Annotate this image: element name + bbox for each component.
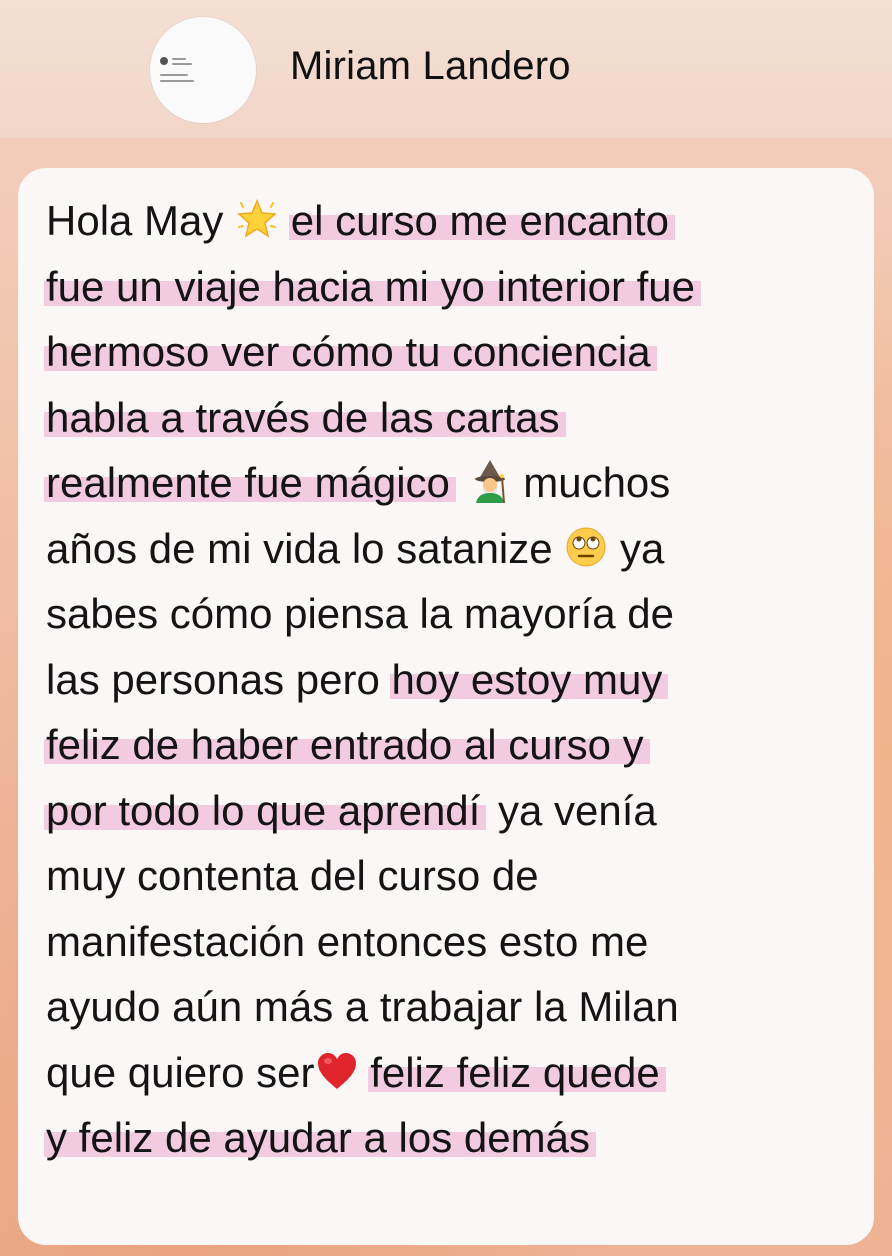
highlighted-text: hoy estoy muy xyxy=(389,655,669,703)
message-text-segment: ya xyxy=(608,524,665,572)
message-text-segment xyxy=(456,459,468,506)
message-text-segment: años de mi vida lo satanize xyxy=(46,524,565,572)
message-text-segment: ya venía xyxy=(486,786,657,834)
avatar[interactable] xyxy=(150,17,256,123)
highlighted-text: habla a través de las cartas xyxy=(44,393,566,441)
message-line: realmente fue mágico muchos xyxy=(44,450,874,516)
contact-name: Miriam Landero xyxy=(290,44,571,88)
message-line: hermoso ver cómo tu conciencia xyxy=(44,319,874,385)
mage-icon xyxy=(468,456,512,504)
message-line: muy contenta del curso de xyxy=(46,843,874,909)
chat-header: Miriam Landero xyxy=(0,0,892,138)
highlighted-text: el curso me encanto xyxy=(288,197,675,244)
avatar-line xyxy=(160,74,188,76)
highlighted-text: hermoso ver cómo tu conciencia xyxy=(44,328,657,375)
eye-roll-icon xyxy=(564,522,608,566)
avatar-line xyxy=(172,63,192,65)
message-text-segment: muchos xyxy=(511,459,671,506)
message-line: por todo lo que aprendí ya venía xyxy=(44,778,874,844)
message-line: que quiero ser feliz feliz quede xyxy=(46,1040,874,1106)
message-line: manifestación entonces esto me xyxy=(46,909,874,975)
message-line: Hola May el curso me encanto xyxy=(46,188,874,254)
highlighted-text: feliz de haber entrado al curso y xyxy=(44,721,650,768)
message-text-segment: muy contenta del curso de xyxy=(46,852,539,899)
glowing-star-icon xyxy=(235,194,279,238)
message-text-segment: Hola May xyxy=(46,197,236,244)
message-text-segment: ayudo aún más a trabajar la Milan xyxy=(46,983,679,1030)
message-text-segment: sabes cómo piensa la mayoría de xyxy=(46,590,675,637)
message-line: las personas pero hoy estoy muy xyxy=(46,647,874,713)
message-line: sabes cómo piensa la mayoría de xyxy=(46,581,874,647)
highlighted-text: feliz feliz quede xyxy=(368,1048,666,1096)
highlighted-text: fue un viaje hacia mi yo interior fue xyxy=(44,262,702,310)
avatar-dot xyxy=(160,57,168,65)
highlighted-text: realmente fue mágico xyxy=(44,459,456,506)
message-line: ayudo aún más a trabajar la Milan xyxy=(46,974,874,1040)
message-line: feliz de haber entrado al curso y xyxy=(44,712,874,778)
message-line: fue un viaje hacia mi yo interior fue xyxy=(44,254,874,320)
highlighted-text: por todo lo que aprendí xyxy=(44,786,487,834)
message-text-segment: manifestación entonces esto me xyxy=(46,917,649,965)
message-text: Hola May el curso me encanto fue un viaje… xyxy=(44,188,874,1171)
avatar-line xyxy=(172,58,186,60)
message-text-segment: las personas pero xyxy=(46,655,392,703)
red-heart-icon xyxy=(315,1046,359,1090)
avatar-line xyxy=(160,80,194,82)
highlighted-text: y feliz de ayudar a los demás xyxy=(44,1114,596,1161)
message-line: años de mi vida lo satanize ya xyxy=(46,516,874,582)
message-text-segment: que quiero ser xyxy=(46,1048,315,1096)
message-line: habla a través de las cartas xyxy=(44,385,874,451)
message-line: y feliz de ayudar a los demás xyxy=(44,1105,874,1171)
message-bubble[interactable]: Hola May el curso me encanto fue un viaje… xyxy=(18,168,874,1245)
